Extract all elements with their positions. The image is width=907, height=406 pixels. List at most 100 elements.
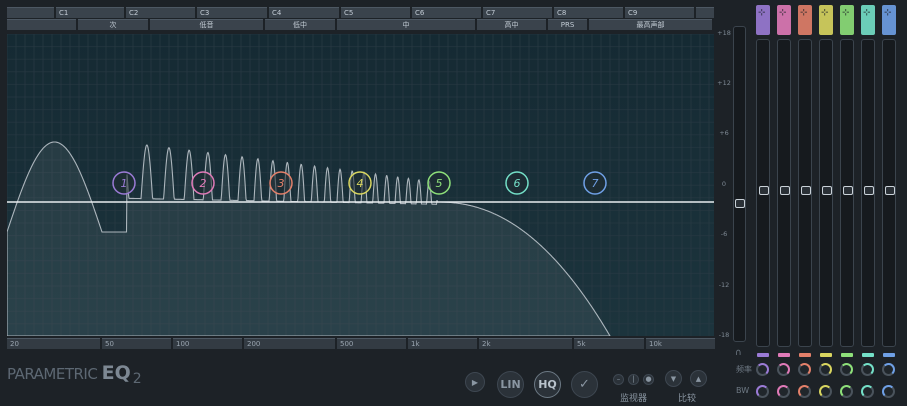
band-freq-knob[interactable] [840, 363, 853, 376]
note-label-5: C5 [341, 7, 410, 18]
band-gain-slider[interactable] [840, 39, 854, 347]
band-bw-knob[interactable] [840, 385, 853, 398]
band-type-selector[interactable]: ⊹ [882, 5, 896, 35]
range-label-0 [7, 19, 76, 30]
band-type-selector[interactable]: ⊹ [756, 5, 770, 35]
band-handle-3[interactable]: 3 [269, 171, 293, 195]
compare-label: 比较 [678, 394, 697, 404]
band-color-chip [862, 353, 874, 357]
compare-b-button[interactable]: ▲ [690, 370, 707, 387]
band-gain-knob[interactable] [822, 186, 832, 195]
band-type-selector[interactable]: ⊹ [777, 5, 791, 35]
range-label-6: PRS [548, 19, 587, 30]
range-label-4: 中 [337, 19, 475, 30]
freq-label-1: 50 [102, 338, 171, 349]
band-freq-knob[interactable] [756, 363, 769, 376]
brand-version: 2 [132, 371, 142, 388]
band-gain-knob[interactable] [759, 186, 769, 195]
band-freq-knob[interactable] [777, 363, 790, 376]
band-gain-knob[interactable] [780, 186, 790, 195]
band-shape-icon: ⊹ [842, 8, 850, 18]
freq-label-2: 100 [173, 338, 242, 349]
band-bw-knob[interactable] [861, 385, 874, 398]
hq-button[interactable]: HQ [534, 371, 561, 398]
freq-label-5: 1k [408, 338, 477, 349]
band-gain-slider[interactable] [756, 39, 770, 347]
band-gain-knob[interactable] [843, 186, 853, 195]
band-bw-knob[interactable] [819, 385, 832, 398]
lin-button[interactable]: LIN [497, 371, 524, 398]
range-label-2: 低音 [150, 19, 263, 30]
band-handle-1[interactable]: 1 [112, 171, 136, 195]
band-handle-2[interactable]: 2 [191, 171, 215, 195]
band-gain-slider[interactable] [819, 39, 833, 347]
band-freq-knob[interactable] [861, 363, 874, 376]
db-label-3: 0 [721, 180, 727, 188]
band-color-chip [820, 353, 832, 357]
monitor-minus-icon[interactable]: – [613, 374, 624, 385]
note-label-10 [696, 7, 714, 18]
band-color-chip [841, 353, 853, 357]
output-gain-slider[interactable] [733, 26, 746, 342]
band-type-selector[interactable]: ⊹ [798, 5, 812, 35]
play-button[interactable]: ▶ [465, 372, 485, 392]
band-type-selector[interactable]: ⊹ [819, 5, 833, 35]
freq-knob-label: 频率 [736, 365, 752, 374]
note-label-7: C7 [483, 7, 552, 18]
band-freq-knob[interactable] [882, 363, 895, 376]
brand-logo: PARAMETRIC EQ 2 [7, 362, 142, 387]
band-gain-knob[interactable] [864, 186, 874, 195]
band-color-chip [757, 353, 769, 357]
check-button[interactable]: ✓ [571, 371, 598, 398]
freq-label-6: 2k [479, 338, 572, 349]
band-handle-label: 6 [514, 177, 521, 190]
eq-graph[interactable]: 1 2 3 4 5 6 7 [7, 34, 714, 336]
hq-label: HQ [538, 378, 557, 391]
band-bw-knob[interactable] [798, 385, 811, 398]
band-handle-7[interactable]: 7 [583, 171, 607, 195]
band-shape-icon: ⊹ [800, 8, 808, 18]
band-bw-knob[interactable] [882, 385, 895, 398]
band-handle-label: 3 [278, 177, 285, 190]
db-label-4: -6 [720, 230, 728, 238]
band-shape-icon: ⊹ [821, 8, 829, 18]
brand-eq: EQ [101, 362, 131, 384]
freq-label-8: 10k [646, 338, 715, 349]
freq-label-7: 5k [574, 338, 644, 349]
band-handle-label: 4 [357, 177, 364, 190]
note-label-8: C8 [554, 7, 623, 18]
band-gain-slider[interactable] [798, 39, 812, 347]
note-label-6: C6 [412, 7, 481, 18]
range-label-3: 低中 [265, 19, 335, 30]
brand-main: PARAMETRIC [7, 365, 102, 383]
band-freq-knob[interactable] [819, 363, 832, 376]
range-label-1: 次 [78, 19, 148, 30]
band-handle-label: 7 [592, 177, 599, 190]
output-gain-knob[interactable] [735, 199, 745, 208]
band-gain-knob[interactable] [885, 186, 895, 195]
band-shape-icon: ⊹ [884, 8, 892, 18]
monitor-dot-icon[interactable]: ● [643, 374, 654, 385]
band-gain-knob[interactable] [801, 186, 811, 195]
band-type-selector[interactable]: ⊹ [861, 5, 875, 35]
note-label-9: C9 [625, 7, 694, 18]
db-label-0: +18 [717, 29, 731, 37]
range-label-7: 最高声部 [589, 19, 712, 30]
band-handle-4[interactable]: 4 [348, 171, 372, 195]
compare-a-button[interactable]: ▼ [665, 370, 682, 387]
band-gain-slider[interactable] [861, 39, 875, 347]
band-handle-label: 2 [200, 177, 207, 190]
band-type-selector[interactable]: ⊹ [840, 5, 854, 35]
band-handle-5[interactable]: 5 [427, 171, 451, 195]
monitor-bar-icon[interactable]: | [628, 374, 639, 385]
band-gain-slider[interactable] [777, 39, 791, 347]
monitor-label: 监视器 [620, 394, 648, 404]
freq-label-0: 20 [7, 338, 100, 349]
band-handle-6[interactable]: 6 [505, 171, 529, 195]
band-gain-slider[interactable] [882, 39, 896, 347]
band-bw-knob[interactable] [756, 385, 769, 398]
band-bw-knob[interactable] [777, 385, 790, 398]
band-freq-knob[interactable] [798, 363, 811, 376]
band-handle-label: 5 [436, 177, 443, 190]
db-label-1: +12 [717, 79, 731, 87]
